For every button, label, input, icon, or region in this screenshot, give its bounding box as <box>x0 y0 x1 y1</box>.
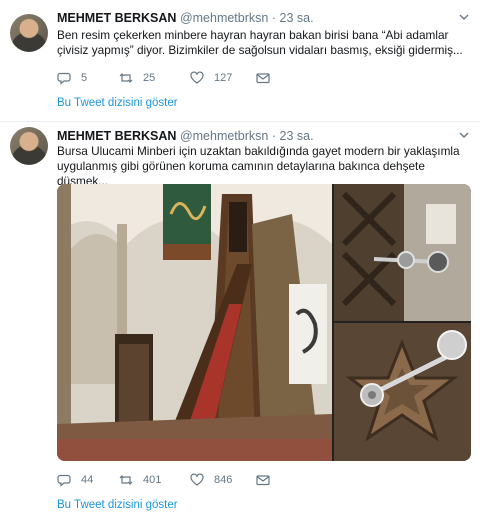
avatar[interactable] <box>10 127 48 165</box>
chevron-down-icon[interactable] <box>458 11 470 23</box>
timestamp[interactable]: 23 sa. <box>280 129 314 143</box>
author-handle[interactable]: @mehmetbrksn <box>180 129 268 143</box>
glass-detail-photo[interactable] <box>334 184 471 321</box>
tweet-text: Ben resim çekerken minbere hayran hayran… <box>57 28 463 57</box>
retweet-button[interactable]: 401 <box>119 472 161 488</box>
reply-button[interactable]: 44 <box>57 472 93 488</box>
envelope-icon <box>256 73 270 84</box>
separator: · <box>271 129 277 143</box>
like-count: 846 <box>214 474 233 486</box>
like-button[interactable]: 846 <box>190 472 232 488</box>
minbar-photo[interactable] <box>57 184 332 461</box>
avatar[interactable] <box>10 14 48 52</box>
heart-icon <box>190 71 204 84</box>
tweet-header: MEHMET BERKSAN @mehmetbrksn · 23 sa. <box>57 129 470 145</box>
retweet-icon <box>119 73 133 83</box>
tweet[interactable]: MEHMET BERKSAN @mehmetbrksn · 23 sa. Ben… <box>0 0 480 122</box>
retweet-button[interactable]: 25 <box>119 70 155 86</box>
retweet-count: 25 <box>143 72 156 84</box>
direct-message-button[interactable] <box>256 70 270 86</box>
timestamp[interactable]: 23 sa. <box>280 11 314 25</box>
author-handle[interactable]: @mehmetbrksn <box>180 11 268 25</box>
tweet[interactable]: MEHMET BERKSAN @mehmetbrksn · 23 sa. Bur… <box>0 122 480 518</box>
envelope-icon <box>256 475 270 486</box>
retweet-icon <box>119 475 133 485</box>
tweet-text: Bursa Ulucami Minberi için uzaktan bakıl… <box>57 144 460 188</box>
like-count: 127 <box>214 72 233 84</box>
reply-count: 5 <box>81 72 88 84</box>
chevron-down-icon[interactable] <box>458 129 470 141</box>
media-grid <box>57 184 471 461</box>
retweet-count: 401 <box>143 474 162 486</box>
reply-button[interactable]: 5 <box>57 70 87 86</box>
show-thread-link[interactable]: Bu Tweet dizisini göster <box>57 499 178 511</box>
tweet-header: MEHMET BERKSAN @mehmetbrksn · 23 sa. <box>57 11 470 27</box>
separator: · <box>271 11 277 25</box>
screw-detail-photo[interactable] <box>334 323 471 461</box>
reply-icon <box>57 72 71 85</box>
reply-icon <box>57 474 71 487</box>
author-name[interactable]: MEHMET BERKSAN <box>57 11 176 25</box>
reply-count: 44 <box>81 474 94 486</box>
like-button[interactable]: 127 <box>190 70 232 86</box>
show-thread-link[interactable]: Bu Tweet dizisini göster <box>57 97 178 109</box>
direct-message-button[interactable] <box>256 472 270 488</box>
author-name[interactable]: MEHMET BERKSAN <box>57 129 176 143</box>
heart-icon <box>190 473 204 486</box>
